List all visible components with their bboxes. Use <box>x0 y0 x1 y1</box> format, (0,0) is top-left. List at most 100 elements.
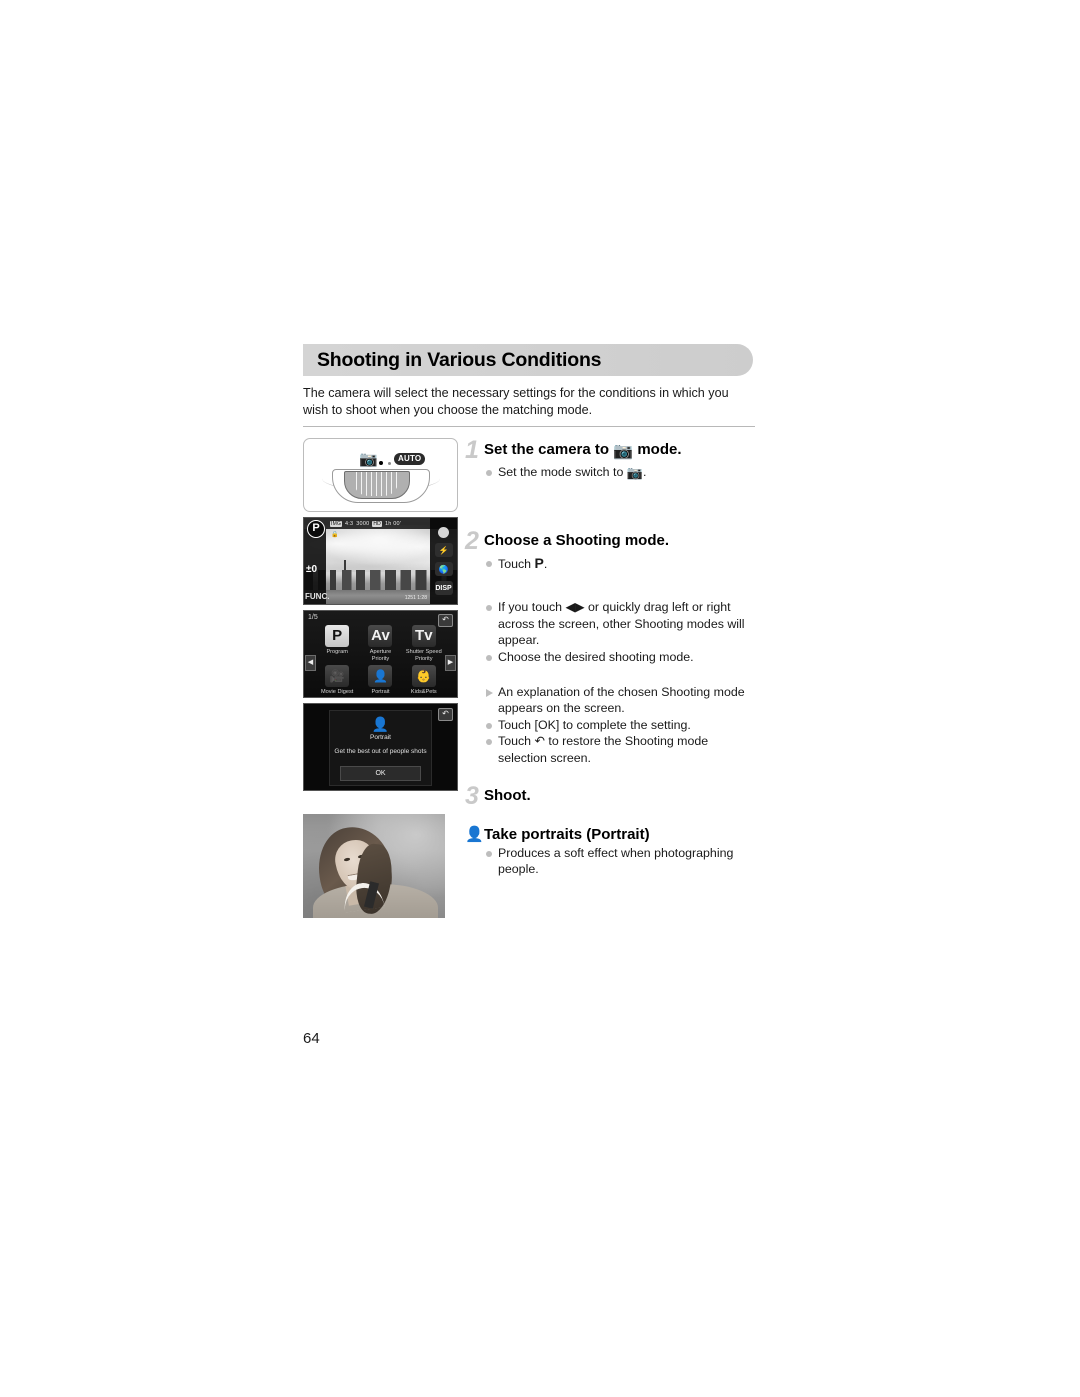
bullet-text-after: . <box>643 465 647 479</box>
gps-off-button[interactable]: 🌎 <box>434 562 453 576</box>
figure-mode-grid: 1/5 ↶ ◀ ▶ P Program Av Aperture Priority <box>303 610 458 698</box>
portrait-mode-icon: 👤 <box>371 716 390 732</box>
mode-switch-illustration: 📷 AUTO <box>303 438 458 512</box>
figure-spacer <box>303 796 459 814</box>
shooting-mode-selection-screen: 1/5 ↶ ◀ ▶ P Program Av Aperture Priority <box>303 610 458 698</box>
step-1-heading-before: Set the camera to <box>484 441 610 458</box>
right-control-column: ⚡ 🌎 DISP <box>430 518 457 604</box>
status-movie-quality: HD <box>372 520 382 527</box>
section-banner: Shooting in Various Conditions <box>303 344 753 376</box>
step-2-number: 2 <box>465 526 479 555</box>
bullet-touch-p: Touch P. <box>484 555 757 573</box>
step-2-bullets-top: Touch P. <box>484 555 757 573</box>
explanation-title: Portrait <box>370 734 391 741</box>
back-arrow-icon: ↶ <box>534 734 545 749</box>
camera-icon: 📷 <box>626 465 643 480</box>
back-button[interactable]: ↶ <box>438 708 453 721</box>
camera-icon: 📷 <box>359 451 378 468</box>
movie-camera-icon: 🎥 <box>325 665 350 687</box>
step-2-heading: Choose a Shooting mode. <box>484 531 670 549</box>
figure-mode-switch: 📷 AUTO <box>303 438 458 512</box>
mode-cell-kids-pets[interactable]: 👶 Kids&Pets <box>403 663 445 696</box>
auto-mode-label: AUTO <box>394 453 426 465</box>
exposure-compensation-button[interactable]: ±0 <box>306 564 317 575</box>
mode-dot-1 <box>379 461 383 465</box>
bullet-touch-ok: Touch [OK] to complete the setting. <box>484 717 757 734</box>
step-1: 1 Set the camera to 📷 mode. <box>465 438 757 463</box>
manual-page: Shooting in Various Conditions The camer… <box>0 0 1080 1397</box>
func-button[interactable]: FUNC. <box>305 592 329 601</box>
prev-page-arrow-icon[interactable]: ◀ <box>305 655 316 671</box>
ok-button[interactable]: OK <box>340 766 421 781</box>
next-page-arrow-icon[interactable]: ▶ <box>445 655 456 671</box>
mode-cell-movie-digest[interactable]: 🎥 Movie Digest <box>316 663 358 696</box>
portrait-mode-icon: 👤 <box>465 825 484 843</box>
bullet-touch-back: Touch ↶ to restore the Shooting mode sel… <box>484 733 757 766</box>
mode-dot-2 <box>388 462 391 465</box>
subsection-heading-row: 👤 Take portraits (Portrait) <box>465 825 757 844</box>
bullet-drag-for-modes: If you touch ◀▶ or quickly drag left or … <box>484 599 757 649</box>
step-2: 2 Choose a Shooting mode. <box>465 526 757 555</box>
mode-tile-aperture-priority: Av <box>368 625 393 647</box>
disp-button[interactable]: DISP <box>434 581 453 595</box>
subsection-bullets: Produces a soft effect when photographin… <box>484 845 757 878</box>
mode-cell-portrait[interactable]: 👤 Portrait <box>359 663 401 696</box>
figure-explanation-screen: ↶ 👤 Portrait Get the best out of people … <box>303 703 458 791</box>
explanation-description: Get the best out of people shots <box>334 748 427 755</box>
status-remaining-time: 1h 00' <box>384 520 401 527</box>
figure-shooting-screen: IMG 4:3 3000 HD 1h 00' P 🔒 ±0 FUNC. 1251… <box>303 517 458 605</box>
mode-grid-cells: P Program Av Aperture Priority Tv Shutte… <box>316 623 445 696</box>
step-3: 3 Shoot. <box>465 781 757 810</box>
subsection-heading: Take portraits (Portrait) <box>484 825 650 843</box>
intro-paragraph: The camera will select the necessary set… <box>303 386 729 417</box>
record-button[interactable] <box>438 527 449 538</box>
mode-label-portrait: Portrait <box>371 689 390 695</box>
bottom-right-info: 1251 1:28 <box>404 595 427 601</box>
page-content: Shooting in Various Conditions The camer… <box>303 344 755 918</box>
bullet-set-mode-switch: Set the mode switch to 📷. <box>484 464 757 481</box>
explanation-panel: 👤 Portrait Get the best out of people sh… <box>329 710 432 786</box>
mode-explanation-screen: ↶ 👤 Portrait Get the best out of people … <box>303 703 458 791</box>
figure-column: 📷 AUTO IMG 4:3 3000 HD 1h 00' P 🔒 ±0 FUN… <box>303 438 459 923</box>
flash-auto-button[interactable]: ⚡ <box>434 543 453 557</box>
portrait-mode-icon: 👤 <box>368 665 393 687</box>
portrait-sample-photo <box>303 814 445 918</box>
p-mode-icon: P <box>534 554 544 571</box>
switch-grip <box>354 472 398 496</box>
figure-portrait-photo <box>303 814 458 918</box>
instruction-column: 1 Set the camera to 📷 mode. Set the mode… <box>465 438 757 878</box>
step-2-bullets-bottom: An explanation of the chosen Shooting mo… <box>484 684 757 767</box>
step-3-number: 3 <box>465 781 479 810</box>
bullet-text-after: . <box>543 556 548 571</box>
camera-icon: 📷 <box>613 443 634 460</box>
bullet-explanation-appears: An explanation of the chosen Shooting mo… <box>484 684 757 717</box>
mode-cell-program[interactable]: P Program <box>316 623 358 662</box>
mode-label-kids-pets: Kids&Pets <box>410 689 437 695</box>
mode-label-aperture-priority: Aperture Priority <box>369 649 392 662</box>
mode-label-movie-digest: Movie Digest <box>320 689 354 695</box>
mode-cell-aperture-priority[interactable]: Av Aperture Priority <box>359 623 401 662</box>
status-resolution: 3000 <box>356 520 370 527</box>
step-1-bullets: Set the mode switch to 📷. <box>484 464 757 481</box>
mode-label-program: Program <box>326 649 348 655</box>
shooting-screen: IMG 4:3 3000 HD 1h 00' P 🔒 ±0 FUNC. 1251… <box>303 517 458 605</box>
bullet-text-before: Touch <box>498 734 532 749</box>
bullet-choose-mode: Choose the desired shooting mode. <box>484 649 757 666</box>
bullet-text-before: Set the mode switch to <box>498 465 624 479</box>
step-2-bullets-mid: If you touch ◀▶ or quickly drag left or … <box>484 599 757 665</box>
mode-tile-shutter-priority: Tv <box>411 625 436 647</box>
step-1-heading-after: mode. <box>637 441 682 458</box>
step-1-heading: Set the camera to 📷 mode. <box>484 438 682 460</box>
section-title: Shooting in Various Conditions <box>317 348 602 371</box>
horizontal-rule <box>303 426 755 427</box>
status-image-quality: IMG <box>330 520 343 527</box>
mode-cell-shutter-priority[interactable]: Tv Shutter Speed Priority <box>403 623 445 662</box>
status-aspect: 4:3 <box>345 520 354 527</box>
mode-label-shutter-priority: Shutter Speed Priority <box>405 649 442 662</box>
mode-tile-program: P <box>325 625 350 647</box>
bullet-soft-effect: Produces a soft effect when photographin… <box>484 845 757 878</box>
